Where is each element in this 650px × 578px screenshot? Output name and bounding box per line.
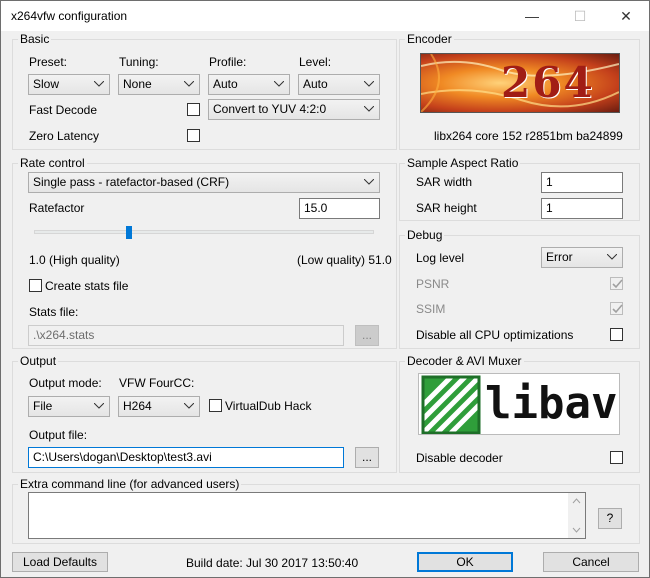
window-title: x264vfw configuration <box>11 9 128 23</box>
slider-max-label: (Low quality) 51.0 <box>297 253 392 267</box>
scroll-up-icon <box>572 498 581 504</box>
psnr-checkbox[interactable] <box>610 277 623 290</box>
x264-logo-text: 264 <box>501 58 595 107</box>
ratefactor-slider-thumb[interactable] <box>126 226 133 239</box>
sar-height-label: SAR height <box>416 201 477 215</box>
libav-emblem-icon <box>421 375 481 434</box>
disable-cpu-checkbox[interactable] <box>610 328 623 341</box>
level-select[interactable]: Auto <box>298 74 380 95</box>
extra-group-title: Extra command line (for advanced users) <box>18 477 242 491</box>
checkmark-icon <box>612 304 623 314</box>
minimize-button[interactable]: — <box>509 1 555 31</box>
ratefactor-input[interactable]: 15.0 <box>299 198 380 219</box>
ratefactor-label: Ratefactor <box>29 201 85 215</box>
chevron-down-icon <box>183 75 195 94</box>
cancel-button[interactable]: Cancel <box>543 552 639 572</box>
help-button[interactable]: ? <box>598 508 622 529</box>
sar-width-label: SAR width <box>416 175 473 189</box>
zero-latency-checkbox[interactable] <box>187 129 200 142</box>
x264-logo: 264 <box>420 53 620 113</box>
chevron-down-icon <box>93 75 105 94</box>
preset-value: Slow <box>33 77 60 91</box>
stats-browse-button[interactable]: ... <box>355 325 379 346</box>
fourcc-value: H264 <box>123 399 152 413</box>
zero-latency-label: Zero Latency <box>29 129 100 143</box>
stats-file-label: Stats file: <box>29 305 79 319</box>
colorspace-value: Convert to YUV 4:2:0 <box>213 102 327 116</box>
preset-select[interactable]: Slow <box>28 74 110 95</box>
chevron-down-icon <box>93 397 105 416</box>
output-group-title: Output <box>18 354 59 368</box>
libav-logo-text: libav <box>485 378 618 429</box>
sar-width-input[interactable]: 1 <box>541 172 623 193</box>
ratefactor-slider-track[interactable] <box>34 230 374 234</box>
output-browse-button[interactable]: ... <box>355 447 379 468</box>
chevron-down-icon <box>183 397 195 416</box>
load-defaults-button[interactable]: Load Defaults <box>12 552 108 572</box>
level-value: Auto <box>303 77 328 91</box>
chevron-down-icon <box>273 75 285 94</box>
create-stats-checkbox[interactable] <box>29 279 42 292</box>
fast-decode-label: Fast Decode <box>29 103 98 117</box>
vdub-hack-checkbox[interactable] <box>209 399 222 412</box>
slider-min-label: 1.0 (High quality) <box>29 253 120 267</box>
sar-group-title: Sample Aspect Ratio <box>405 156 521 170</box>
extra-command-input[interactable] <box>28 492 586 539</box>
libav-logo: libav <box>418 373 620 435</box>
extra-scrollbar[interactable] <box>568 493 585 538</box>
preset-label: Preset: <box>29 55 68 69</box>
fourcc-select[interactable]: H264 <box>118 396 200 417</box>
output-mode-select[interactable]: File <box>28 396 110 417</box>
decoder-group-title: Decoder & AVI Muxer <box>405 354 524 368</box>
chevron-down-icon <box>606 248 618 267</box>
sar-height-input[interactable]: 1 <box>541 198 623 219</box>
encoder-group-title: Encoder <box>405 32 454 46</box>
output-file-label: Output file: <box>29 428 88 442</box>
tuning-value: None <box>123 77 152 91</box>
create-stats-label: Create stats file <box>45 279 129 293</box>
title-bar[interactable]: x264vfw configuration — ☐ ✕ <box>1 1 649 31</box>
encoder-version: libx264 core 152 r2851bm ba24899 <box>434 129 623 143</box>
chevron-down-icon <box>363 173 375 192</box>
psnr-label: PSNR <box>416 277 450 291</box>
debug-group-title: Debug <box>405 228 445 242</box>
log-level-label: Log level <box>416 251 465 265</box>
maximize-button: ☐ <box>573 8 587 24</box>
chevron-down-icon <box>363 100 375 119</box>
rate-mode-select[interactable]: Single pass - ratefactor-based (CRF) <box>28 172 380 193</box>
output-mode-value: File <box>33 399 53 413</box>
checkmark-icon <box>612 279 623 289</box>
disable-decoder-label: Disable decoder <box>416 451 503 465</box>
tuning-label: Tuning: <box>119 55 159 69</box>
output-file-input[interactable]: C:\Users\dogan\Desktop\test3.avi <box>28 447 344 468</box>
build-date: Build date: Jul 30 2017 13:50:40 <box>186 556 359 570</box>
colorspace-select[interactable]: Convert to YUV 4:2:0 <box>208 99 380 120</box>
ok-button[interactable]: OK <box>417 552 513 572</box>
disable-cpu-label: Disable all CPU optimizations <box>416 328 574 342</box>
stats-file-input[interactable]: .\x264.stats <box>28 325 344 346</box>
profile-value: Auto <box>213 77 238 91</box>
log-level-value: Error <box>546 250 573 264</box>
rate-mode-value: Single pass - ratefactor-based (CRF) <box>33 175 230 189</box>
close-button[interactable]: ✕ <box>603 1 649 31</box>
basic-group-title: Basic <box>18 32 52 46</box>
config-window: x264vfw configuration — ☐ ✕ Basic Preset… <box>0 0 650 578</box>
chevron-down-icon <box>363 75 375 94</box>
log-level-select[interactable]: Error <box>541 247 623 268</box>
level-label: Level: <box>299 55 332 69</box>
output-mode-label: Output mode: <box>29 376 102 390</box>
ssim-checkbox[interactable] <box>610 302 623 315</box>
scroll-down-icon <box>572 527 581 533</box>
fast-decode-checkbox[interactable] <box>187 103 200 116</box>
tuning-select[interactable]: None <box>118 74 200 95</box>
ssim-label: SSIM <box>416 302 446 316</box>
profile-label: Profile: <box>209 55 247 69</box>
profile-select[interactable]: Auto <box>208 74 290 95</box>
rate-control-group-title: Rate control <box>18 156 87 170</box>
fourcc-label: VFW FourCC: <box>119 376 195 390</box>
disable-decoder-checkbox[interactable] <box>610 451 623 464</box>
vdub-hack-label: VirtualDub Hack <box>225 399 312 413</box>
